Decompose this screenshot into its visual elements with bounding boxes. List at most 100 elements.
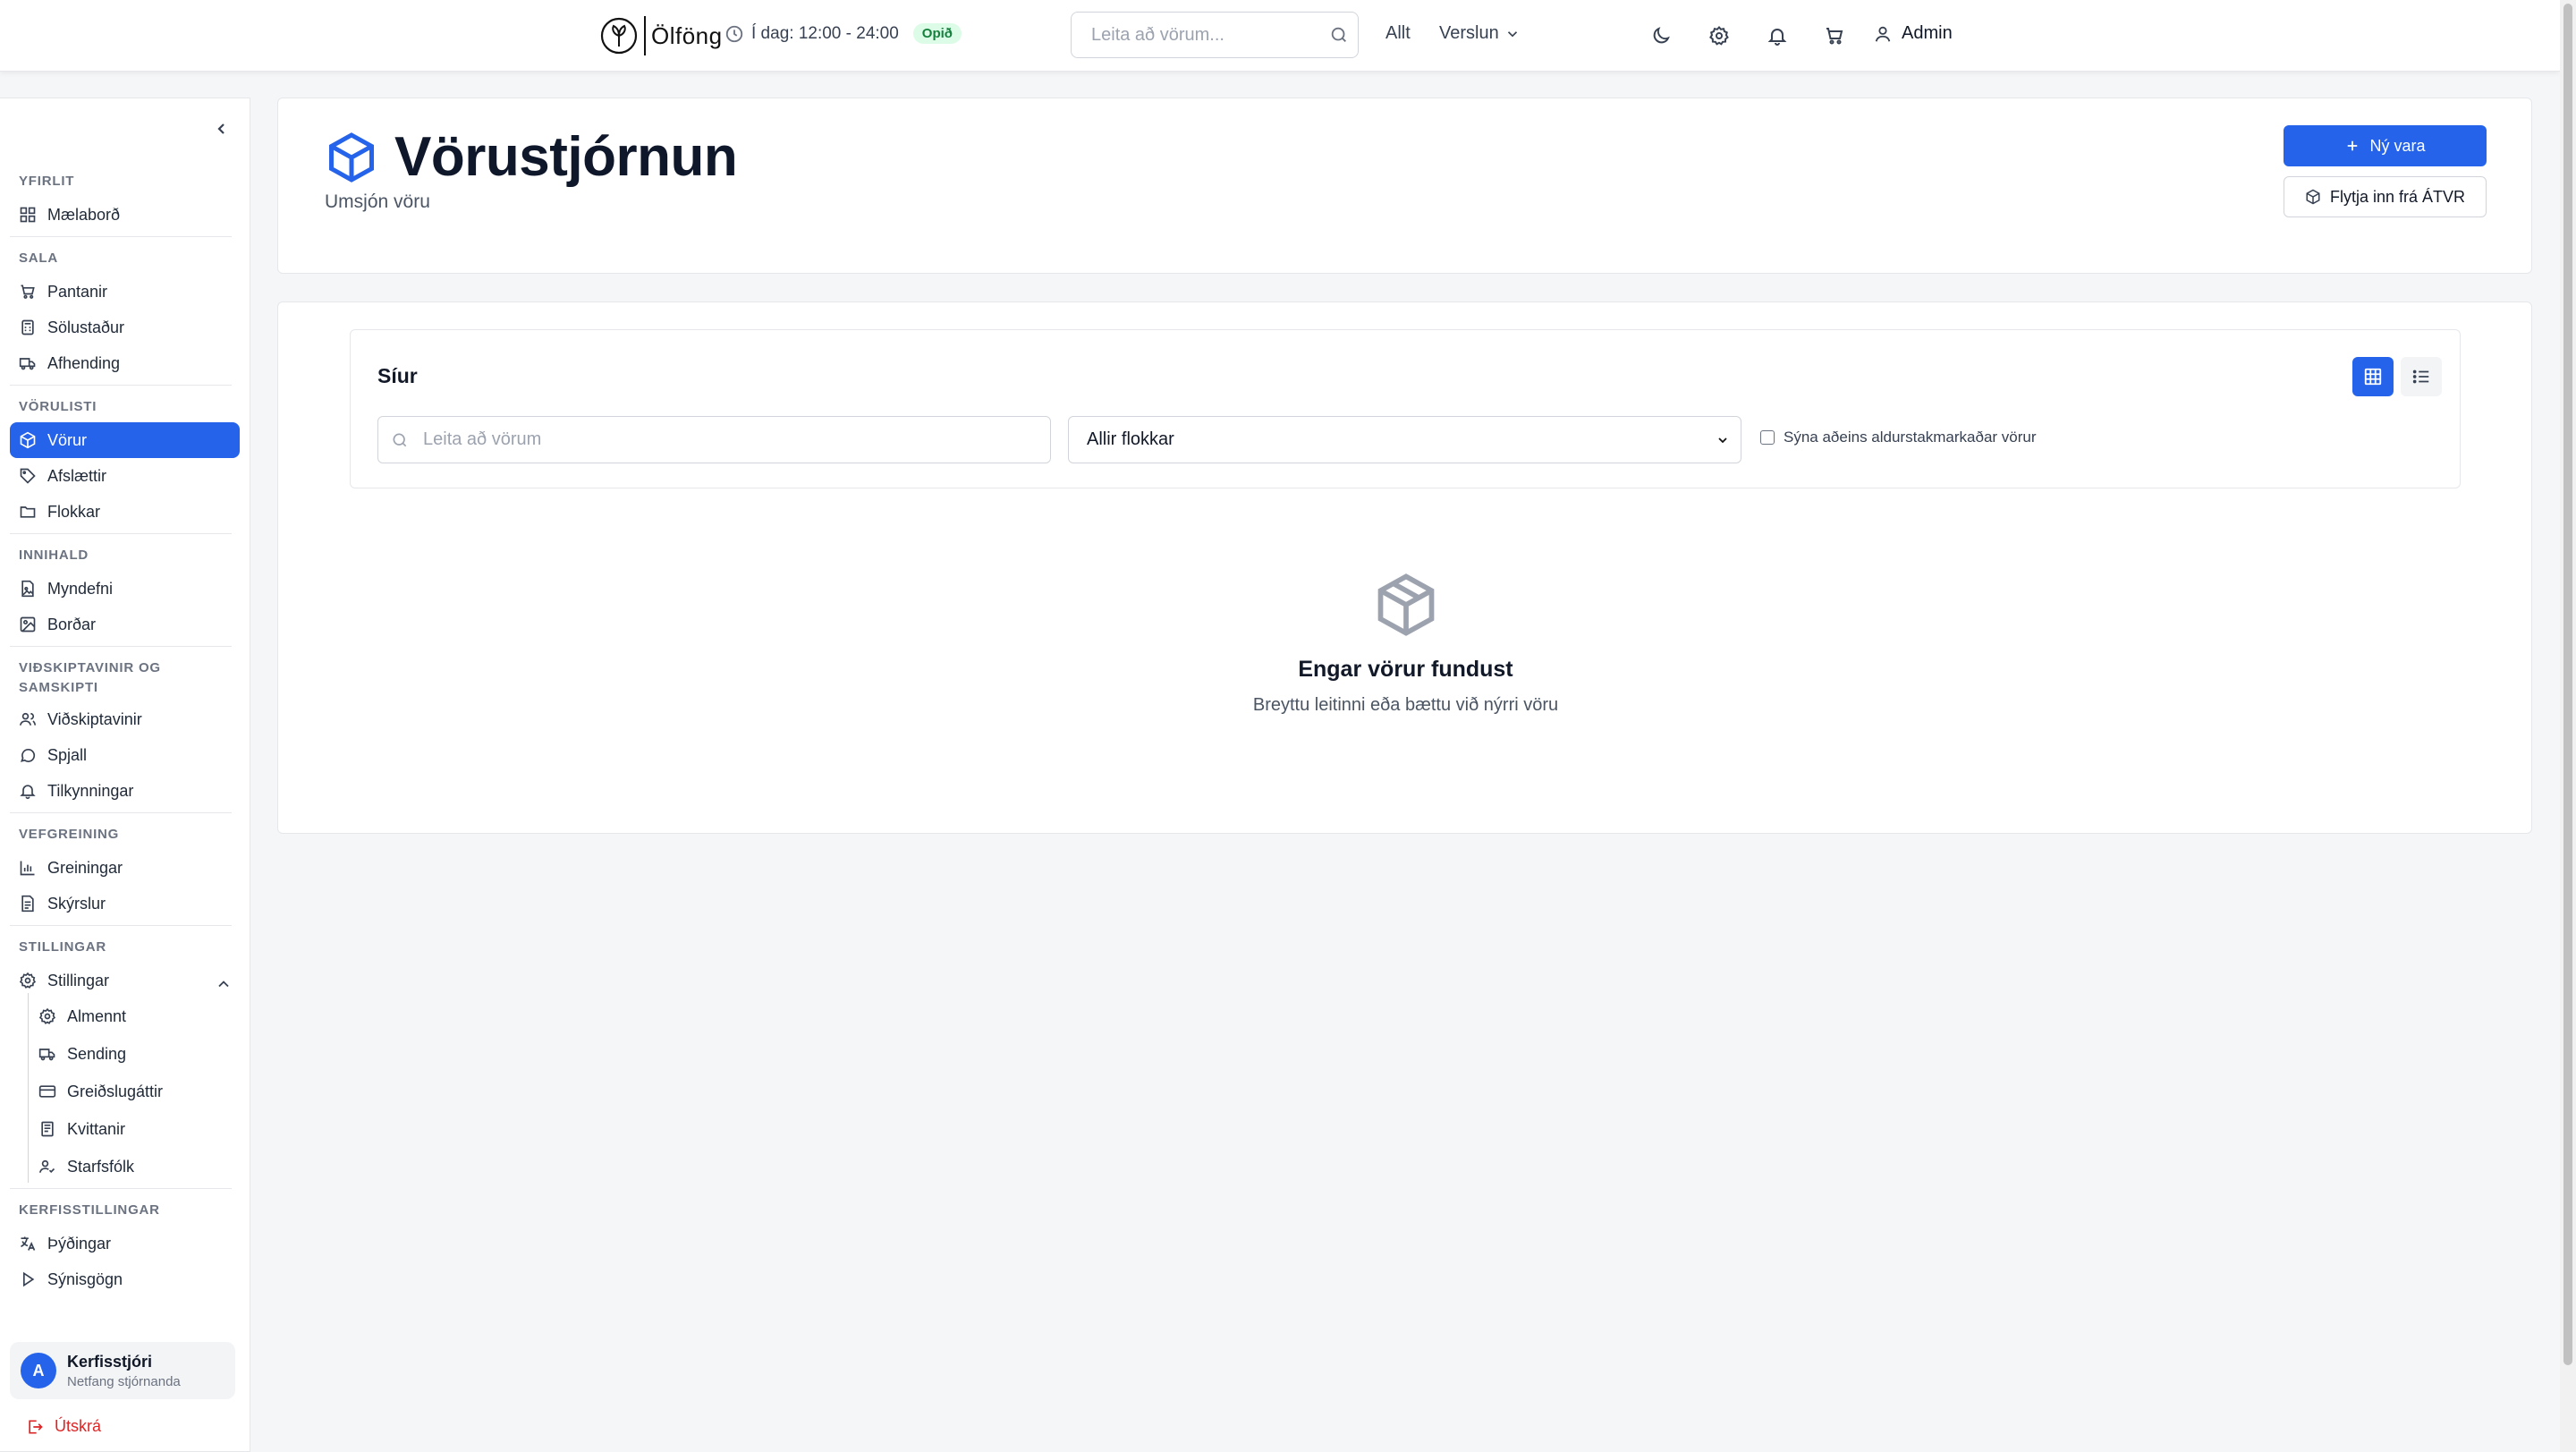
sidebar-item-translations[interactable]: Þýðingar xyxy=(10,1226,240,1261)
user-info: Kerfisstjóri Netfang stjórnanda xyxy=(67,1353,181,1389)
translate-icon xyxy=(21,1236,36,1251)
category-select-value: Allir flokkar xyxy=(1087,429,1174,449)
file-image-icon xyxy=(21,580,34,598)
sidebar-item-notifications[interactable]: Tilkynningar xyxy=(10,773,240,809)
theme-toggle-button[interactable] xyxy=(1645,20,1677,52)
sidebar-item-payments[interactable]: Greiðslugáttir xyxy=(30,1074,240,1109)
empty-state-subtitle: Breyttu leitinni eða bættu við nýrri vör… xyxy=(1252,695,1559,715)
sidebar-item-label: Starfsfólk xyxy=(67,1157,135,1176)
sidebar-item-general[interactable]: Almennt xyxy=(30,998,240,1034)
sidebar-item-products[interactable]: Vörur xyxy=(10,422,240,458)
filters-panel: Síur Allir flokkar Sýna aðeins aldurstak… xyxy=(350,329,2461,488)
page-header-card: Vörustjórnun Umsjón vöru Ný vara Flytja … xyxy=(277,98,2532,274)
cart-icon xyxy=(1826,28,1843,45)
section-analytics: VEFGREINING xyxy=(19,827,120,842)
logout-button[interactable]: Útskrá xyxy=(26,1417,101,1436)
page-subtitle: Umsjón vöru xyxy=(325,191,430,212)
nav-shop-dropdown[interactable]: Verslun xyxy=(1439,23,1521,44)
sidebar-item-settings[interactable]: Stillingar xyxy=(10,963,240,998)
user-email: Netfang stjórnanda xyxy=(67,1373,181,1389)
age-restricted-label: Sýna aðeins aldurstakmarkaðar vörur xyxy=(1784,429,2037,446)
package-icon xyxy=(1377,573,1434,636)
sidebar-item-reports[interactable]: Skýrslur xyxy=(10,886,240,921)
folder-icon xyxy=(20,506,36,518)
age-restricted-filter[interactable]: Sýna aðeins aldurstakmarkaðar vörur xyxy=(1760,429,2037,446)
sidebar-item-shipping[interactable]: Sending xyxy=(30,1036,240,1072)
sidebar-item-dashboard[interactable]: Mælaborð xyxy=(10,197,240,233)
opening-hours: Í dag: 12:00 - 24:00 Opið xyxy=(724,23,962,44)
section-customers-line-2: SAMSKIPTI xyxy=(19,680,98,695)
sidebar-item-pos[interactable]: Sölustaður xyxy=(10,310,240,345)
package-icon xyxy=(20,431,36,449)
package-icon xyxy=(2306,189,2320,205)
divider xyxy=(10,925,232,926)
nav-all-link[interactable]: Allt xyxy=(1385,23,1411,44)
sidebar-item-label: Stillingar xyxy=(47,971,110,989)
page-scrollbar[interactable] xyxy=(2560,0,2576,1452)
sidebar-item-demo-data[interactable]: Sýnisgögn xyxy=(10,1261,240,1297)
logo-divider xyxy=(644,16,646,55)
sidebar-item-discounts[interactable]: Afslættir xyxy=(10,458,240,494)
divider xyxy=(10,236,232,237)
sidebar-item-customers[interactable]: Viðskiptavinir xyxy=(10,701,240,737)
grid-icon xyxy=(2364,368,2382,386)
logo[interactable]: Ölföng xyxy=(599,14,723,57)
user-card[interactable]: A Kerfisstjóri Netfang stjórnanda xyxy=(10,1342,235,1399)
user-label: Admin xyxy=(1902,23,1953,43)
sidebar-item-analytics[interactable]: Greiningar xyxy=(10,850,240,886)
report-icon xyxy=(21,895,34,913)
search-icon[interactable] xyxy=(1329,25,1349,45)
user-menu[interactable]: Admin xyxy=(1873,23,1953,44)
settings-button[interactable] xyxy=(1703,20,1735,52)
sidebar-item-label: Tilkynningar xyxy=(47,781,134,800)
scrollbar-thumb[interactable] xyxy=(2563,4,2572,1365)
moon-icon xyxy=(1653,27,1670,44)
plus-icon xyxy=(2348,140,2358,151)
truck-icon xyxy=(38,1049,55,1061)
dashboard-icon xyxy=(20,207,36,223)
divider xyxy=(10,646,232,647)
chevron-up-icon[interactable] xyxy=(215,975,233,993)
sidebar-item-categories[interactable]: Flokkar xyxy=(10,494,240,530)
divider xyxy=(10,385,232,386)
sidebar-item-chat[interactable]: Spjall xyxy=(10,737,240,773)
product-search-input[interactable] xyxy=(378,417,1050,463)
credit-card-icon xyxy=(38,1085,56,1098)
section-settings: STILLINGAR xyxy=(19,939,106,955)
sidebar-item-orders[interactable]: Pantanir xyxy=(10,274,240,310)
age-restricted-checkbox[interactable] xyxy=(1760,430,1775,445)
open-status-badge: Opið xyxy=(912,23,962,44)
sidebar-item-label: Afhending xyxy=(47,353,121,372)
cart-button[interactable] xyxy=(1818,20,1851,52)
logout-icon xyxy=(29,1420,43,1433)
sidebar-item-label: Spjall xyxy=(47,745,88,764)
grid-view-button[interactable] xyxy=(2352,357,2394,396)
import-button[interactable]: Flytja inn frá ÁTVR xyxy=(2284,176,2487,217)
sidebar-item-label: Skýrslur xyxy=(47,894,106,913)
category-select[interactable]: Allir flokkar xyxy=(1068,416,1741,463)
sidebar-item-receipts[interactable]: Kvittanir xyxy=(30,1111,240,1147)
sidebar-item-staff[interactable]: Starfsfólk xyxy=(30,1149,240,1185)
top-search xyxy=(1071,12,1359,58)
filters-title: Síur xyxy=(377,364,418,387)
empty-state: Engar vörur fundust Breyttu leitinni eða… xyxy=(278,571,2533,716)
sidebar-item-label: Greiningar xyxy=(47,858,123,877)
new-product-button[interactable]: Ný vara xyxy=(2284,125,2487,166)
sidebar-item-label: Myndefni xyxy=(47,579,114,598)
sidebar-item-media[interactable]: Myndefni xyxy=(10,571,240,607)
section-customers: VIÐSKIPTAVINIR OG SAMSKIPTI xyxy=(19,658,161,698)
notifications-button[interactable] xyxy=(1761,20,1793,52)
page-title: Vörustjórnun xyxy=(325,125,738,189)
nav-shop-label: Verslun xyxy=(1439,23,1499,43)
user-name: Kerfisstjóri xyxy=(67,1352,153,1371)
sidebar-item-delivery[interactable]: Afhending xyxy=(10,345,240,381)
list-view-button[interactable] xyxy=(2401,357,2442,396)
bell-icon xyxy=(20,785,36,800)
sidebar-item-label: Sýnisgögn xyxy=(47,1269,123,1288)
collapse-sidebar-icon[interactable] xyxy=(211,118,233,140)
sidebar-item-label: Sölustaður xyxy=(47,318,125,336)
top-search-input[interactable] xyxy=(1072,13,1358,57)
sidebar-item-banners[interactable]: Borðar xyxy=(10,607,240,642)
logo-mark-icon xyxy=(600,17,638,55)
sidebar-item-label: Mælaborð xyxy=(47,205,121,224)
